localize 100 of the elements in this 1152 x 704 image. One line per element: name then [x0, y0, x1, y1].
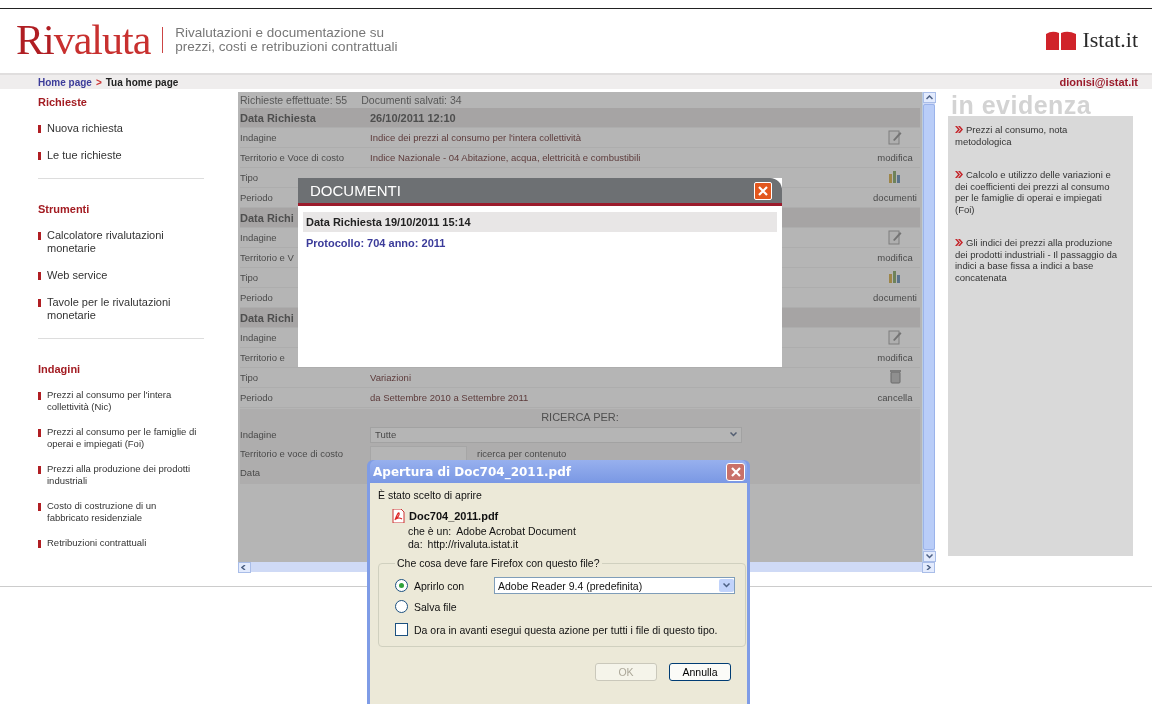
summary-text: Documenti salvati: 34 — [361, 94, 462, 108]
close-button[interactable] — [726, 462, 745, 481]
vertical-scrollbar[interactable] — [922, 92, 935, 562]
bullet-icon — [38, 503, 41, 511]
checkbox[interactable] — [395, 623, 408, 636]
field-label: Data — [240, 467, 261, 478]
field-value: 26/10/2011 12:10 — [370, 111, 456, 124]
close-button[interactable] — [754, 181, 772, 200]
field-label: Tipo — [240, 272, 259, 283]
bullet-icon — [38, 125, 41, 133]
field-label: Territorio e voce di costo — [240, 448, 343, 459]
bar-chart-icon[interactable] — [888, 269, 902, 284]
field-label: Territorio e Voce di costo — [240, 152, 345, 163]
sidebar-link[interactable]: Costo di costruzione di un fabbricato residenziale — [47, 500, 197, 524]
sidebar-link[interactable]: Tavole per le rivalutazioni monetarie — [47, 296, 187, 322]
option-label[interactable]: Aprirlo con — [414, 579, 488, 592]
dialog-button[interactable]: Annulla — [669, 663, 731, 681]
breadcrumb-current: Tua home page — [105, 76, 179, 88]
highlight-link[interactable]: Calcolo e utilizzo delle variazioni e dei coefficienti dei prezzi al consumo per le famiglie di operai e impiegati (Foi) — [955, 169, 1121, 215]
summary-text: Richieste effettuate: 55 — [240, 94, 348, 108]
notepad-icon[interactable] — [888, 128, 902, 145]
meta-value: http://rivaluta.istat.it — [427, 538, 519, 551]
partner-logo[interactable]: Istat.it — [1082, 27, 1138, 53]
sidebar-link[interactable]: Prezzi al consumo per l'intera collettività (Nic) — [47, 389, 197, 413]
sidebar-link[interactable]: Prezzi alla produzione dei prodotti industriali — [47, 463, 197, 487]
action-link[interactable]: modifica — [877, 352, 913, 363]
section-heading: Strumenti — [38, 203, 91, 215]
breadcrumb-link[interactable]: Home page — [38, 76, 92, 88]
pdf-file-icon — [392, 509, 405, 523]
field-label: Indagine — [240, 332, 277, 343]
trash-icon[interactable] — [888, 369, 902, 384]
checkbox-label[interactable]: Da ora in avanti esegui questa azione per tutti i file di questo tipo. — [414, 623, 718, 636]
meta-label: che è un: — [408, 525, 452, 538]
search-heading: RICERCA PER: — [540, 411, 620, 425]
action-link[interactable]: documenti — [873, 292, 917, 303]
bullet-icon — [38, 466, 41, 474]
site-tagline: Rivalutazioni e documentazione su prezzi, costi e retribuzioni contrattuali — [175, 26, 398, 54]
sidebar-link[interactable]: Nuova richiesta — [47, 122, 187, 135]
input-field[interactable] — [370, 445, 467, 462]
group-label: Che cosa deve fare Firefox con questo file? — [396, 557, 601, 569]
sidebar-link[interactable]: Prezzi al consumo per le famiglie di operai e impiegati (Foi) — [47, 426, 197, 450]
field-label: Territorio e V — [240, 252, 294, 263]
field-label: Data Richi — [240, 211, 294, 224]
sidebar-link[interactable]: Retribuzioni contrattuali — [47, 537, 197, 549]
field-label: Indagine — [240, 429, 277, 440]
file-name: Doc704_2011.pdf — [409, 510, 499, 522]
protocol-link[interactable]: Protocollo: 704 anno: 2011 — [306, 237, 774, 249]
field-label: Periodo — [240, 192, 273, 203]
bullet-icon — [38, 429, 41, 437]
breadcrumb-separator: > — [95, 76, 102, 88]
option-label[interactable]: Salva file — [414, 600, 488, 613]
search-link[interactable]: ricerca per contenuto — [477, 448, 567, 459]
bullet-icon — [38, 299, 41, 307]
user-email[interactable]: dionisi@istat.it — [1059, 76, 1138, 88]
action-link[interactable]: documenti — [873, 192, 917, 203]
chevron-icon — [955, 239, 963, 246]
section-heading: Indagini — [38, 363, 82, 375]
field-label: Tipo — [240, 372, 259, 383]
field-label: Data Richiesta — [240, 111, 316, 124]
radio-button[interactable] — [395, 579, 408, 592]
chevron-icon — [955, 171, 963, 178]
meta-value: Adobe Acrobat Document — [456, 525, 576, 538]
sidebar-link[interactable]: Le tue richieste — [47, 149, 187, 162]
field-label: Periodo — [240, 292, 273, 303]
field-label: Territorio e — [240, 352, 285, 363]
highlight-link[interactable]: Prezzi al consumo, nota metodologica — [955, 124, 1121, 147]
action-link[interactable]: modifica — [877, 252, 913, 263]
meta-label: da: — [408, 538, 423, 551]
app-select[interactable]: Adobe Reader 9.4 (predefinita) — [494, 577, 735, 594]
section-heading: Richieste — [38, 96, 88, 108]
field-label: Data Richi — [240, 311, 294, 324]
logo-icon — [1046, 30, 1077, 50]
close-icon — [758, 185, 768, 196]
select-field[interactable]: Tutte — [370, 426, 742, 443]
field-label: Indagine — [240, 132, 277, 143]
close-icon — [730, 466, 741, 477]
bullet-icon — [38, 540, 41, 548]
sidebar-link[interactable]: Web service — [47, 269, 187, 282]
bullet-icon — [38, 232, 41, 240]
field-value: Indice Nazionale - 04 Abitazione, acqua, elettricità e combustibili — [370, 152, 641, 163]
field-value: Indice dei prezzi al consumo per l'intera collettività — [370, 132, 581, 143]
chevron-icon — [955, 126, 963, 133]
notepad-icon[interactable] — [888, 328, 902, 345]
action-link[interactable]: modifica — [877, 152, 913, 163]
highlight-link[interactable]: Gli indici dei prezzi alla produzione dei prodotti industriali - Il passaggio da indici a base fissa a indici a base concatenata — [955, 237, 1121, 283]
sidebar-link[interactable]: Calcolatore rivalutazioni monetarie — [47, 229, 187, 255]
field-label: Indagine — [240, 232, 277, 243]
bullet-icon — [38, 272, 41, 280]
field-label: Tipo — [240, 172, 259, 183]
dialog-title: Apertura di Doc704_2011.pdf — [373, 464, 571, 479]
field-label: Periodo — [240, 392, 273, 403]
radio-button[interactable] — [395, 600, 408, 613]
field-value: Variazioni — [370, 372, 411, 383]
bar-chart-icon[interactable] — [888, 169, 902, 184]
action-link[interactable]: cancella — [877, 392, 913, 403]
site-logo[interactable]: Rivaluta — [16, 19, 151, 61]
bullet-icon — [38, 152, 41, 160]
request-date: Data Richiesta 19/10/2011 15:14 — [303, 212, 777, 232]
notepad-icon[interactable] — [888, 228, 902, 245]
dialog-intro: È stato scelto di aprire — [378, 489, 483, 501]
